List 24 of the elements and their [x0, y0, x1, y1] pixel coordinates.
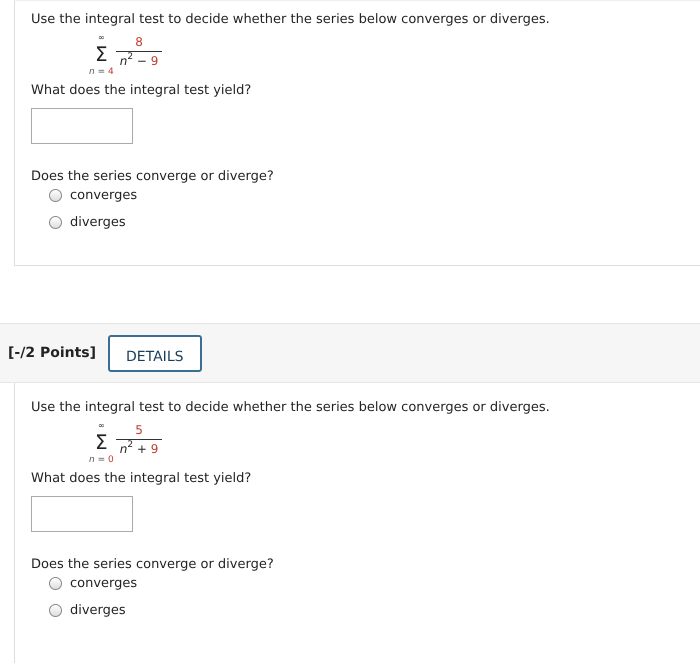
radio-button[interactable]	[49, 604, 62, 617]
question-text: Use the integral test to decide whether the series below converges or diverges.	[31, 399, 551, 416]
question-text: Does the series converge or diverge?	[31, 557, 275, 572]
question-text: What does the integral test yield?	[31, 83, 252, 98]
points-label: [-/2 Points]	[8, 345, 96, 361]
answer-field[interactable]	[31, 496, 133, 532]
summation-sign: Σ	[95, 430, 108, 454]
details-button[interactable]: DETAILS	[108, 334, 202, 372]
lower-limit: n = 0	[89, 456, 114, 465]
option-label: converges	[70, 188, 138, 203]
option-label: diverges	[70, 603, 126, 618]
answer-field[interactable]	[31, 108, 133, 144]
option-label: converges	[70, 576, 138, 591]
radio-button[interactable]	[49, 189, 62, 202]
option-label: diverges	[70, 215, 126, 230]
question-text: Does the series converge or diverge?	[31, 169, 275, 184]
summation-sign: Σ	[95, 42, 108, 66]
upper-limit: ∞	[98, 34, 105, 42]
radio-button[interactable]	[49, 216, 62, 229]
upper-limit: ∞	[98, 422, 105, 430]
radio-button[interactable]	[49, 577, 62, 590]
question-text: Use the integral test to decide whether the series below converges or diverges.	[31, 11, 551, 28]
question-text: What does the integral test yield?	[31, 471, 252, 486]
lower-limit: n = 4	[89, 68, 114, 77]
